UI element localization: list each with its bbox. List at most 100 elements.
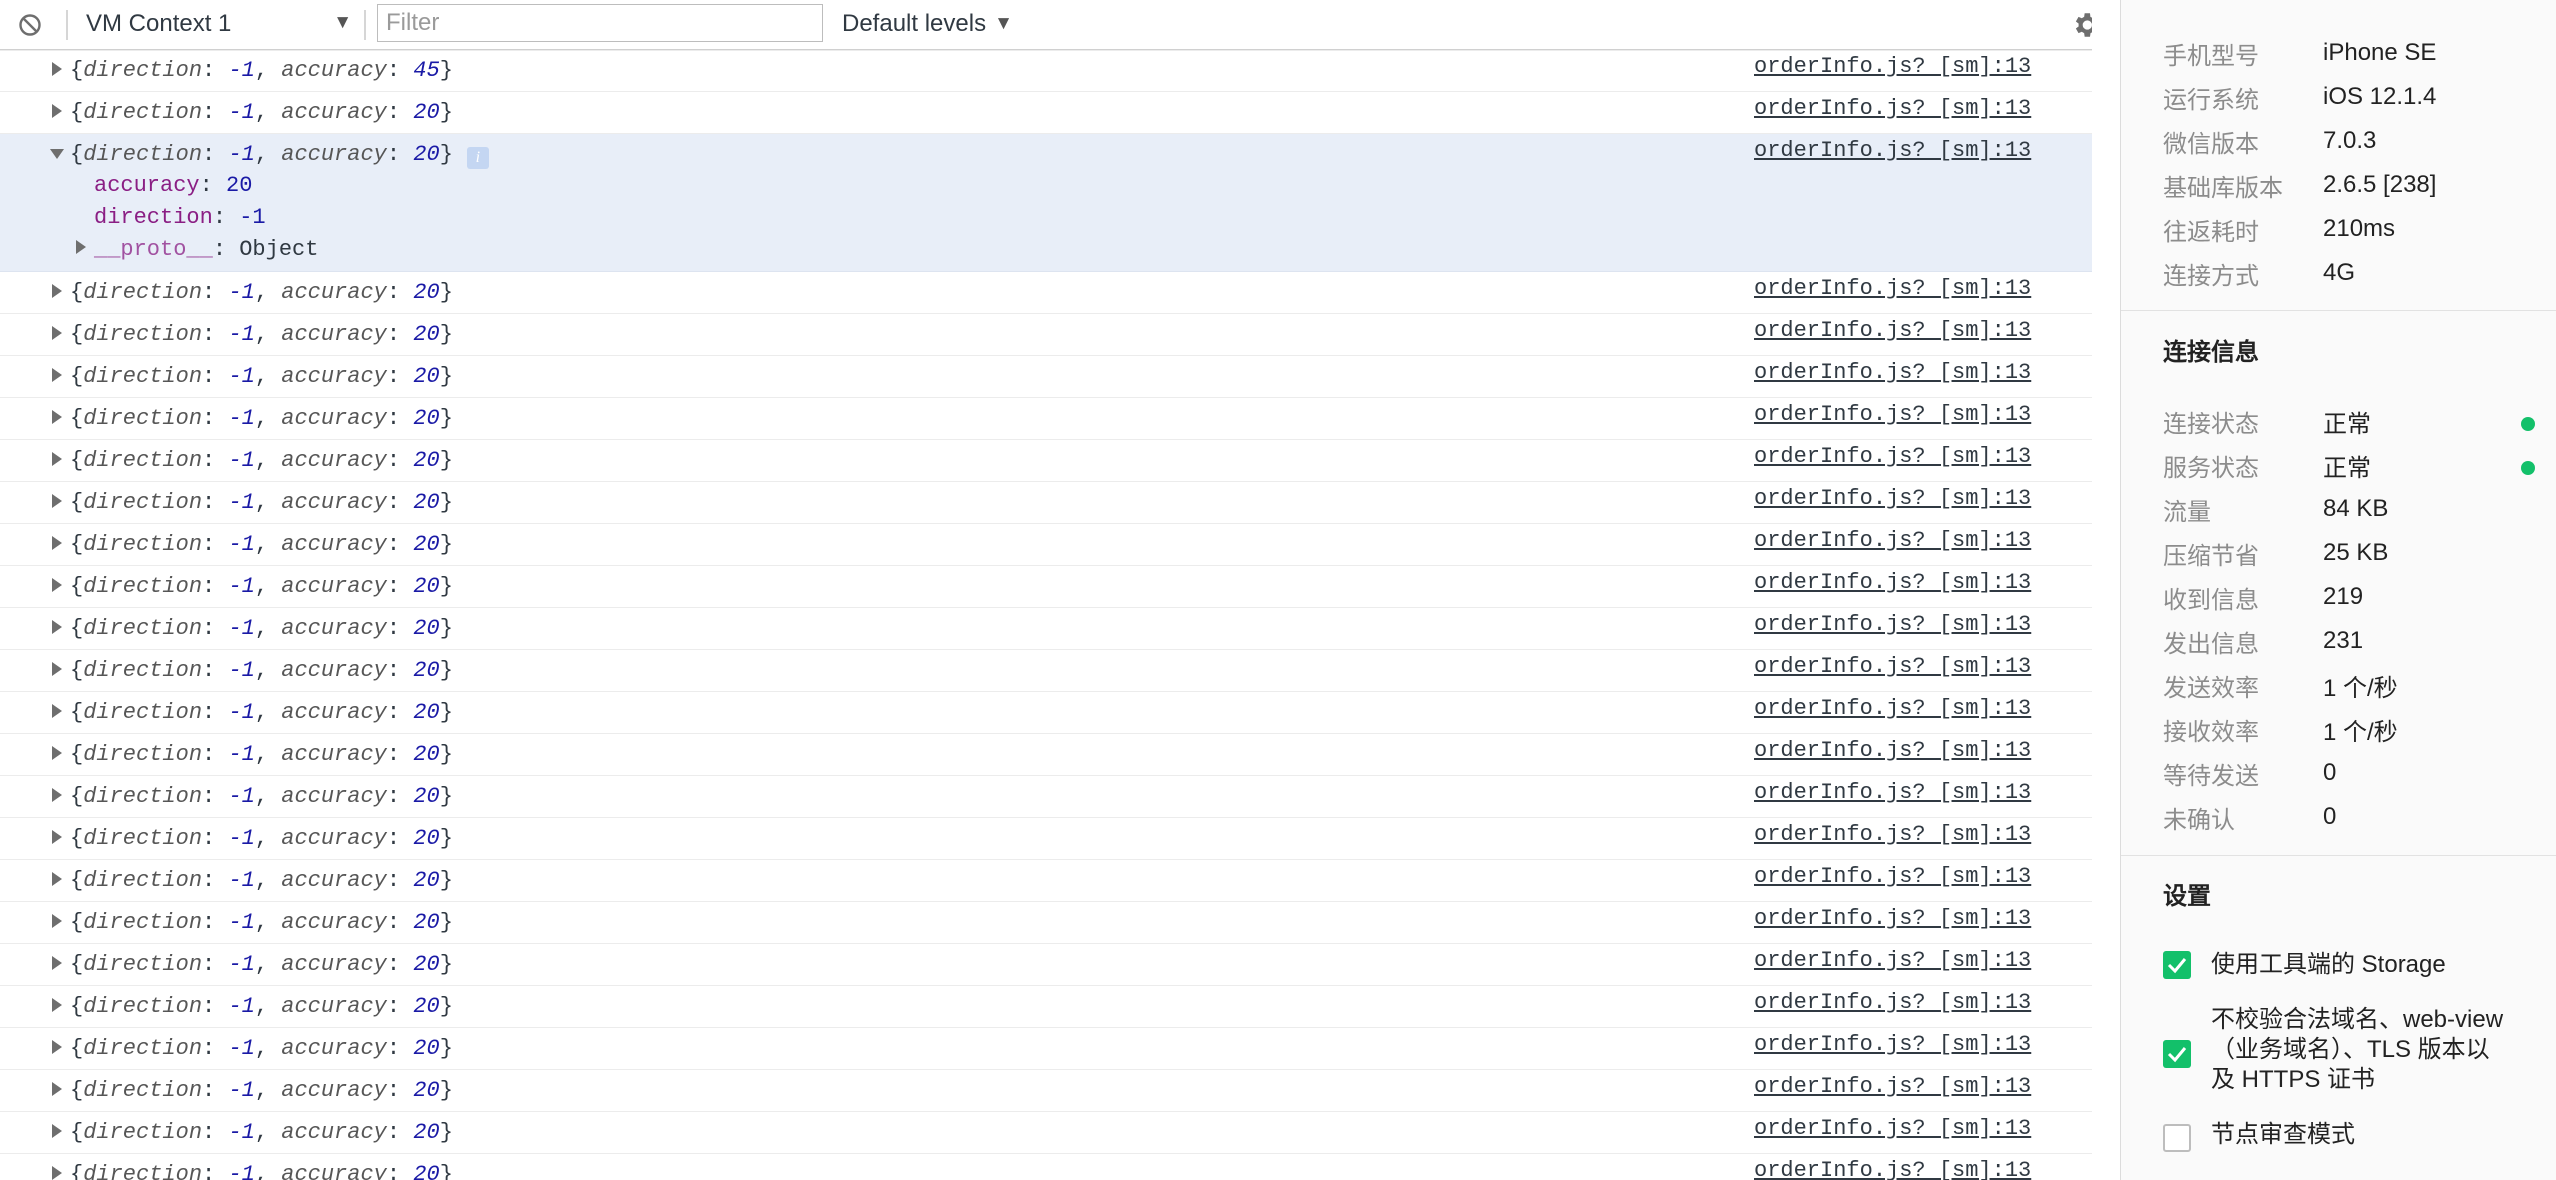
expand-triangle-icon[interactable] (50, 954, 64, 972)
expand-triangle-icon[interactable] (50, 702, 64, 720)
expand-triangle-icon[interactable] (50, 324, 64, 342)
log-row[interactable]: {direction: -1, accuracy: 20} orderInfo.j… (0, 692, 2092, 734)
source-link[interactable]: orderInfo.js? [sm]:13 (1754, 486, 2031, 511)
collapse-triangle-icon[interactable] (50, 144, 64, 162)
expand-triangle-icon[interactable] (50, 1038, 64, 1056)
expand-triangle-icon[interactable] (50, 660, 64, 678)
source-link[interactable]: orderInfo.js? [sm]:13 (1754, 444, 2031, 469)
log-row[interactable]: {direction: -1, accuracy: 20} orderInfo.j… (0, 272, 2092, 314)
source-link[interactable]: orderInfo.js? [sm]:13 (1754, 528, 2031, 553)
log-row[interactable]: {direction: -1, accuracy: 20} orderInfo.j… (0, 566, 2092, 608)
log-row[interactable]: {direction: -1, accuracy: 45} orderInfo.j… (0, 50, 2092, 92)
expand-triangle-icon[interactable] (50, 870, 64, 888)
log-levels-dropdown[interactable]: Default levels ▼ (842, 8, 1013, 40)
source-link[interactable]: orderInfo.js? [sm]:13 (1754, 360, 2031, 385)
log-row[interactable]: {direction: -1, accuracy: 20} orderInfo.j… (0, 314, 2092, 356)
log-row[interactable]: {direction: -1, accuracy: 20} orderInfo.j… (0, 92, 2092, 134)
log-row[interactable]: {direction: -1, accuracy: 20} orderInfo.j… (0, 1028, 2092, 1070)
source-link[interactable]: orderInfo.js? [sm]:13 (1754, 138, 2031, 163)
setting-checkbox[interactable] (2163, 1124, 2191, 1152)
expand-triangle-icon[interactable] (50, 786, 64, 804)
log-row[interactable]: {direction: -1, accuracy: 20} orderInfo.j… (0, 440, 2092, 482)
info-label: 等待发送 (2163, 762, 2259, 790)
source-link[interactable]: orderInfo.js? [sm]:13 (1754, 654, 2031, 679)
source-link[interactable]: orderInfo.js? [sm]:13 (1754, 1074, 2031, 1099)
source-link[interactable]: orderInfo.js? [sm]:13 (1754, 1116, 2031, 1141)
log-row[interactable]: {direction: -1, accuracy: 20} orderInfo.j… (0, 1070, 2092, 1112)
source-link[interactable]: orderInfo.js? [sm]:13 (1754, 822, 2031, 847)
info-label: 手机型号 (2163, 42, 2259, 70)
direction-value: -1 (228, 616, 255, 641)
expand-triangle-icon[interactable] (50, 996, 64, 1014)
log-row[interactable]: {direction: -1, accuracy: 20} orderInfo.j… (0, 1154, 2092, 1180)
setting-label[interactable]: 节点审查模式 (2211, 1120, 2355, 1150)
log-row[interactable]: {direction: -1, accuracy: 20} orderInfo.j… (0, 398, 2092, 440)
log-row[interactable]: {direction: -1, accuracy: 20} orderInfo.j… (0, 734, 2092, 776)
source-link[interactable]: orderInfo.js? [sm]:13 (1754, 990, 2031, 1015)
source-link[interactable]: orderInfo.js? [sm]:13 (1754, 96, 2031, 121)
setting-label[interactable]: 不校验合法域名、web-view（业务域名）、TLS 版本以及 HTTPS 证书 (2211, 1005, 2511, 1095)
expand-triangle-icon[interactable] (50, 744, 64, 762)
source-link[interactable]: orderInfo.js? [sm]:13 (1754, 738, 2031, 763)
expand-triangle-icon[interactable] (50, 102, 64, 120)
expand-triangle-icon[interactable] (50, 492, 64, 510)
log-row[interactable]: {direction: -1, accuracy: 20} orderInfo.j… (0, 860, 2092, 902)
source-link[interactable]: orderInfo.js? [sm]:13 (1754, 948, 2031, 973)
object-property-direction: direction: -1 (94, 205, 266, 230)
log-row[interactable]: {direction: -1, accuracy: 20} orderInfo.j… (0, 818, 2092, 860)
expand-triangle-icon[interactable] (50, 408, 64, 426)
log-row[interactable]: {direction: -1, accuracy: 20} i orderInfo.… (0, 134, 2092, 272)
clear-console-icon[interactable] (18, 13, 42, 37)
setting-checkbox[interactable] (2163, 1040, 2191, 1068)
log-row[interactable]: {direction: -1, accuracy: 20} orderInfo.j… (0, 944, 2092, 986)
source-link[interactable]: orderInfo.js? [sm]:13 (1754, 696, 2031, 721)
log-levels-label: Default levels (842, 10, 987, 37)
expand-triangle-icon[interactable] (50, 618, 64, 636)
expand-triangle-icon[interactable] (74, 238, 88, 256)
log-row[interactable]: {direction: -1, accuracy: 20} orderInfo.j… (0, 1112, 2092, 1154)
expand-triangle-icon[interactable] (50, 534, 64, 552)
expand-triangle-icon[interactable] (50, 450, 64, 468)
source-link[interactable]: orderInfo.js? [sm]:13 (1754, 276, 2031, 301)
log-row[interactable]: {direction: -1, accuracy: 20} orderInfo.j… (0, 986, 2092, 1028)
source-link[interactable]: orderInfo.js? [sm]:13 (1754, 1158, 2031, 1180)
source-link[interactable]: orderInfo.js? [sm]:13 (1754, 906, 2031, 931)
object-property-proto[interactable]: __proto__: Object (94, 237, 318, 262)
source-link[interactable]: orderInfo.js? [sm]:13 (1754, 1032, 2031, 1057)
log-row[interactable]: {direction: -1, accuracy: 20} orderInfo.j… (0, 608, 2092, 650)
log-row[interactable]: {direction: -1, accuracy: 20} orderInfo.j… (0, 524, 2092, 566)
expand-triangle-icon[interactable] (50, 1164, 64, 1180)
expand-triangle-icon[interactable] (50, 366, 64, 384)
source-link[interactable]: orderInfo.js? [sm]:13 (1754, 402, 2031, 427)
log-row[interactable]: {direction: -1, accuracy: 20} orderInfo.j… (0, 482, 2092, 524)
gear-icon[interactable] (2070, 9, 2092, 41)
info-value: 4G (2323, 259, 2356, 286)
source-link[interactable]: orderInfo.js? [sm]:13 (1754, 570, 2031, 595)
expand-triangle-icon[interactable] (50, 576, 64, 594)
expand-triangle-icon[interactable] (50, 60, 64, 78)
source-link[interactable]: orderInfo.js? [sm]:13 (1754, 780, 2031, 805)
expand-triangle-icon[interactable] (50, 282, 64, 300)
setting-checkbox[interactable] (2163, 951, 2191, 979)
context-selector[interactable]: VM Context 1 ▼ (86, 8, 352, 40)
accuracy-value: 20 (413, 616, 440, 641)
expand-triangle-icon[interactable] (50, 912, 64, 930)
log-row[interactable]: {direction: -1, accuracy: 20} orderInfo.j… (0, 356, 2092, 398)
source-link[interactable]: orderInfo.js? [sm]:13 (1754, 612, 2031, 637)
filter-input[interactable] (377, 4, 823, 42)
log-row[interactable]: {direction: -1, accuracy: 20} orderInfo.j… (0, 902, 2092, 944)
log-row[interactable]: {direction: -1, accuracy: 20} orderInfo.j… (0, 776, 2092, 818)
setting-label[interactable]: 使用工具端的 Storage (2211, 950, 2446, 980)
direction-value: -1 (228, 1120, 255, 1145)
expand-triangle-icon[interactable] (50, 1080, 64, 1098)
direction-value: -1 (228, 868, 255, 893)
log-message: {direction: -1, accuracy: 20} (70, 532, 453, 557)
info-row: 服务状态 正常 (2163, 450, 2553, 482)
source-link[interactable]: orderInfo.js? [sm]:13 (1754, 318, 2031, 343)
log-row[interactable]: {direction: -1, accuracy: 20} orderInfo.j… (0, 650, 2092, 692)
source-link[interactable]: orderInfo.js? [sm]:13 (1754, 864, 2031, 889)
expand-triangle-icon[interactable] (50, 828, 64, 846)
info-icon[interactable]: i (466, 147, 489, 169)
source-link[interactable]: orderInfo.js? [sm]:13 (1754, 54, 2031, 79)
expand-triangle-icon[interactable] (50, 1122, 64, 1140)
